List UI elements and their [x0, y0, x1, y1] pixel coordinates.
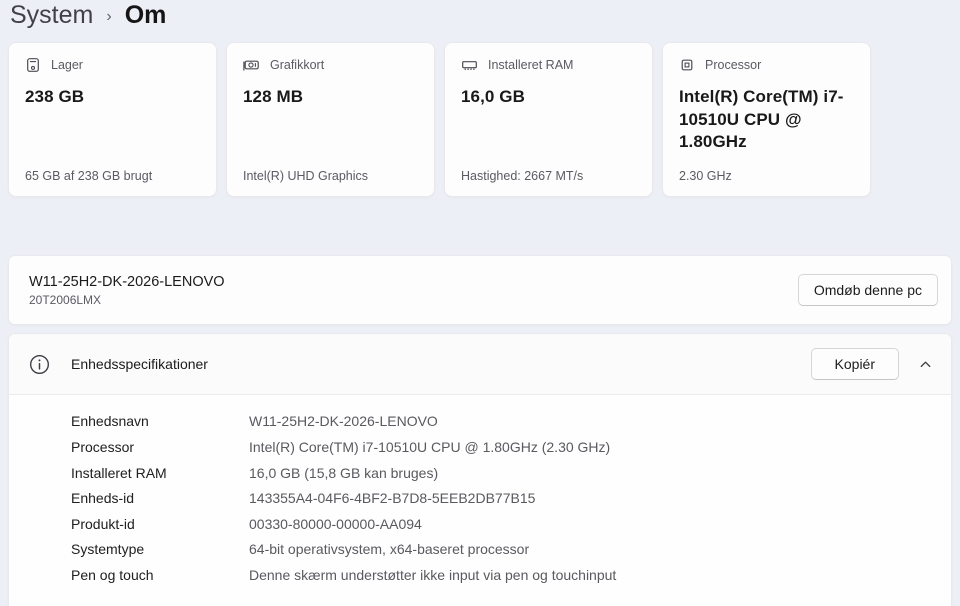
summary-card: Processor Intel(R) Core(TM) i7-10510U CPU…: [662, 42, 871, 197]
device-name-card: W11-25H2-DK-2026-LENOVO 20T2006LMX Omdøb…: [8, 255, 952, 325]
gpu-icon: [243, 57, 260, 73]
spec-value: 64-bit operativsystem, x64-baseret proce…: [249, 541, 530, 558]
copy-button[interactable]: Kopiér: [810, 348, 899, 380]
spec-label: Installeret RAM: [71, 464, 167, 481]
device-model: 20T2006LMX: [29, 292, 102, 307]
settings-about-page: System › Om Lager 238 GB 65 GB af 238 GB b…: [0, 0, 960, 606]
card-value: 16,0 GB: [461, 87, 526, 106]
device-specs-table: Enhedsnavn W11-25H2-DK-2026-LENOVO Process…: [9, 395, 951, 606]
storage-icon: [25, 57, 41, 73]
card-caption: 2.30 GHz: [679, 169, 732, 183]
ram-icon: [461, 57, 478, 73]
rename-pc-button[interactable]: Omdøb denne pc: [797, 274, 938, 306]
device-specifications-header[interactable]: Enhedsspecifikationer Kopiér: [9, 334, 951, 395]
device-specifications-expander: Enhedsspecifikationer Kopiér Enhedsnavn W…: [8, 333, 952, 606]
spec-row: Enhedsnavn W11-25H2-DK-2026-LENOVO: [9, 409, 951, 435]
card-value: 238 GB: [25, 87, 85, 106]
chevron-right-icon: ›: [106, 8, 112, 25]
section-title: Enhedsspecifikationer: [71, 356, 208, 372]
card-value: Intel(R) Core(TM) i7-10510U CPU @ 1.80GH…: [679, 87, 844, 152]
device-name-block: W11-25H2-DK-2026-LENOVO 20T2006LMX: [29, 274, 225, 307]
info-icon: [29, 354, 50, 375]
summary-card: Lager 238 GB 65 GB af 238 GB brugt: [8, 42, 217, 197]
chevron-up-icon[interactable]: [918, 357, 933, 372]
spec-row: Pen og touch Denne skærm understøtter ikk…: [9, 562, 951, 588]
card-label: Processor: [705, 58, 762, 72]
card-value: 128 MB: [243, 87, 304, 106]
spec-label: Systemtype: [71, 541, 145, 558]
page-title: Om: [124, 1, 167, 29]
spec-value: W11-25H2-DK-2026-LENOVO: [249, 413, 438, 430]
summary-card: Installeret RAM 16,0 GB Hastighed: 2667 MT…: [444, 42, 653, 197]
spec-value: 16,0 GB (15,8 GB kan bruges): [249, 464, 439, 481]
summary-cards: Lager 238 GB 65 GB af 238 GB brugt Grafikko…: [8, 42, 960, 197]
spec-value: Denne skærm understøtter ikke input via …: [249, 566, 617, 583]
spec-label: Produkt-id: [71, 515, 135, 532]
spec-row: Enheds-id 143355A4-04F6-4BF2-B7D8-5EEB2DB…: [9, 486, 951, 512]
card-label: Installeret RAM: [488, 58, 574, 72]
cpu-icon: [679, 57, 695, 73]
device-name: W11-25H2-DK-2026-LENOVO: [29, 273, 225, 290]
spec-row: Installeret RAM 16,0 GB (15,8 GB kan brug…: [9, 460, 951, 486]
breadcrumb-system[interactable]: System: [10, 1, 93, 30]
spec-label: Enheds-id: [71, 490, 135, 507]
spec-label: Enhedsnavn: [71, 413, 149, 430]
spec-row: Systemtype 64-bit operativsystem, x64-bas…: [9, 537, 951, 563]
card-caption: Intel(R) UHD Graphics: [243, 169, 369, 183]
spec-row: Processor Intel(R) Core(TM) i7-10510U CPU…: [9, 435, 951, 461]
spec-value: Intel(R) Core(TM) i7-10510U CPU @ 1.80GH…: [249, 438, 611, 455]
card-label: Lager: [51, 58, 83, 72]
card-caption: 65 GB af 238 GB brugt: [25, 169, 153, 183]
breadcrumb: System › Om: [8, 0, 960, 42]
card-label: Grafikkort: [270, 58, 325, 72]
spec-row: Produkt-id 00330-80000-00000-AA094: [9, 511, 951, 537]
card-caption: Hastighed: 2667 MT/s: [461, 169, 584, 183]
summary-card: Grafikkort 128 MB Intel(R) UHD Graphics: [226, 42, 435, 197]
spec-value: 00330-80000-00000-AA094: [249, 515, 422, 532]
spec-label: Processor: [71, 438, 135, 455]
spec-label: Pen og touch: [71, 566, 154, 583]
spec-value: 143355A4-04F6-4BF2-B7D8-5EEB2DB77B15: [249, 490, 536, 507]
